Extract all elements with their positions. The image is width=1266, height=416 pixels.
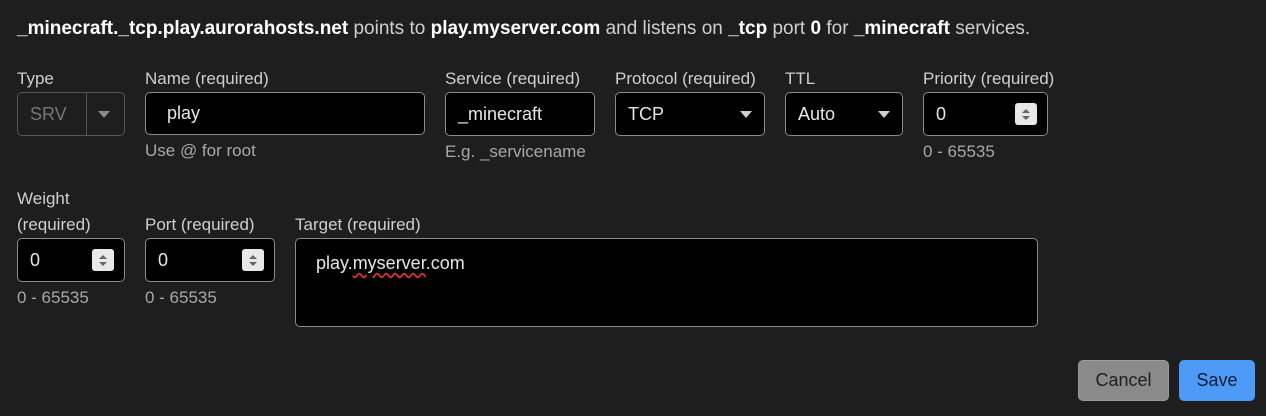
select-separator xyxy=(86,93,87,135)
protocol-label: Protocol (required) xyxy=(615,69,756,88)
record-summary: _minecraft._tcp.play.aurorahosts.net poi… xyxy=(17,18,1030,40)
service-field: Service (required) _minecraft E.g. _serv… xyxy=(445,66,595,163)
type-value: SRV xyxy=(30,103,67,124)
ttl-field: TTL Auto xyxy=(785,66,903,136)
target-field: Target (required) play.myserver.com xyxy=(295,212,1038,327)
service-input[interactable]: _minecraft xyxy=(445,92,595,136)
ttl-value: Auto xyxy=(798,103,836,124)
weight-hint: 0 - 65535 xyxy=(17,288,89,307)
priority-value: 0 xyxy=(936,103,947,124)
summary-port: 0 xyxy=(810,18,822,39)
summary-text: and listens on xyxy=(600,18,729,39)
summary-text: port xyxy=(767,18,811,39)
name-field: Name (required) play Use @ for root xyxy=(145,66,425,162)
target-value-misspelled: myserver xyxy=(352,253,426,273)
target-value-part: play. xyxy=(316,253,353,273)
port-field: Port (required) 0 0 - 65535 xyxy=(145,212,275,309)
priority-input[interactable]: 0 xyxy=(923,92,1048,136)
cancel-button[interactable]: Cancel xyxy=(1078,360,1169,401)
port-label: Port (required) xyxy=(145,215,255,234)
priority-hint: 0 - 65535 xyxy=(923,142,995,161)
weight-input[interactable]: 0 xyxy=(17,238,125,282)
save-button[interactable]: Save xyxy=(1179,360,1255,401)
name-input[interactable]: play xyxy=(145,92,425,135)
protocol-value: TCP xyxy=(628,103,664,124)
target-textarea[interactable]: play.myserver.com xyxy=(295,238,1038,327)
weight-label-required: (required) xyxy=(17,215,91,234)
service-label: Service (required) xyxy=(445,69,581,88)
name-value: play xyxy=(167,103,201,123)
summary-text: for xyxy=(821,18,854,39)
summary-record: _minecraft._tcp.play.aurorahosts.net xyxy=(17,18,349,39)
weight-field: Weight (required) 0 0 - 65535 xyxy=(17,186,125,309)
service-hint: E.g. _servicename xyxy=(445,142,586,161)
priority-label: Priority (required) xyxy=(923,69,1055,88)
port-hint: 0 - 65535 xyxy=(145,288,217,307)
chevron-down-icon xyxy=(98,111,110,118)
stepper-icon[interactable] xyxy=(242,249,264,271)
weight-value: 0 xyxy=(30,249,41,270)
target-label: Target (required) xyxy=(295,215,421,234)
name-hint: Use @ for root xyxy=(145,141,256,160)
port-input[interactable]: 0 xyxy=(145,238,275,282)
target-value-part: .com xyxy=(425,253,465,273)
stepper-icon[interactable] xyxy=(1015,103,1037,125)
chevron-down-icon xyxy=(878,111,890,118)
protocol-select[interactable]: TCP xyxy=(615,92,765,136)
ttl-label: TTL xyxy=(785,69,816,88)
weight-label: Weight xyxy=(17,189,70,208)
summary-text: points to xyxy=(348,18,431,39)
type-select[interactable]: SRV xyxy=(17,92,125,136)
service-value: _minecraft xyxy=(458,103,543,124)
ttl-select[interactable]: Auto xyxy=(785,92,903,136)
summary-protocol: _tcp xyxy=(728,18,768,39)
port-value: 0 xyxy=(158,249,169,270)
protocol-field: Protocol (required) TCP xyxy=(615,66,765,136)
type-field: Type SRV xyxy=(17,66,125,136)
priority-field: Priority (required) 0 0 - 65535 xyxy=(923,66,1055,163)
chevron-down-icon xyxy=(740,111,752,118)
summary-target: play.myserver.com xyxy=(430,18,601,39)
type-label: Type xyxy=(17,69,54,88)
name-label: Name (required) xyxy=(145,69,269,88)
summary-service: _minecraft xyxy=(853,18,950,39)
stepper-icon[interactable] xyxy=(92,249,114,271)
summary-text: services. xyxy=(949,18,1031,39)
